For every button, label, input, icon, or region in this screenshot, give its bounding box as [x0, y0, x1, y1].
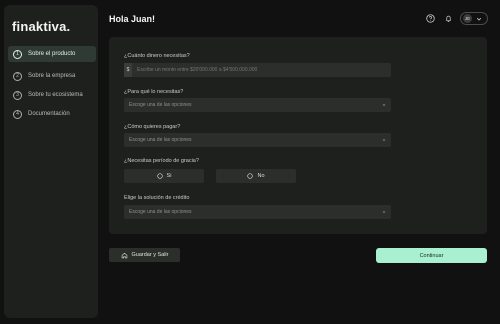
- purpose-select[interactable]: Escoge una de las opciones: [124, 98, 391, 112]
- home-icon: [121, 252, 127, 258]
- grace-no-option[interactable]: No: [216, 169, 296, 183]
- step-number-3: 3: [13, 90, 22, 100]
- payment-placeholder: Escoge una de las opciones: [129, 137, 192, 143]
- caret-down-icon: [382, 104, 386, 106]
- grace-yes-label: Si: [166, 173, 172, 179]
- continue-label: Continuar: [419, 252, 444, 259]
- grace-yes-option[interactable]: Si: [124, 169, 204, 183]
- amount-input[interactable]: [137, 67, 377, 73]
- purpose-placeholder: Escoge una de las opciones: [129, 102, 192, 108]
- page-title: Hola Juan!: [109, 14, 156, 24]
- sidebar-item-label: Sobre tu ecosistema: [28, 92, 83, 98]
- radio-icon: [247, 173, 254, 179]
- amount-label: ¿Cuánto dinero necesitas?: [124, 53, 190, 59]
- grace-label: ¿Necesitas período de gracia?: [124, 158, 199, 164]
- help-circle-icon[interactable]: [426, 14, 435, 23]
- credit-label: Elige la solución de crédito: [124, 195, 190, 201]
- step-number-4: 4: [13, 109, 22, 119]
- payment-select[interactable]: Escoge una de las opciones: [124, 133, 391, 147]
- payment-label: ¿Cómo quieres pagar?: [124, 124, 181, 130]
- sidebar-item-producto[interactable]: 1 Sobre el producto: [8, 46, 96, 62]
- sidebar-item-ecosistema[interactable]: 3 Sobre tu ecosistema: [8, 87, 96, 103]
- brand-logo: finaktiva.: [12, 19, 71, 34]
- bell-icon[interactable]: [444, 14, 453, 23]
- sidebar-item-empresa[interactable]: 2 Sobre la empresa: [8, 68, 96, 84]
- step-number-2: 2: [13, 71, 22, 81]
- save-and-exit-button[interactable]: Guardar y Salir: [109, 248, 180, 262]
- grace-no-label: No: [257, 173, 265, 179]
- currency-prefix: $: [124, 63, 132, 77]
- radio-icon: [156, 173, 163, 179]
- step-number-1: 1: [13, 49, 22, 59]
- sidebar-item-label: Documentación: [28, 111, 70, 117]
- sidebar-item-documentacion[interactable]: 4 Documentación: [8, 106, 96, 122]
- continue-button[interactable]: Continuar: [376, 248, 487, 263]
- purpose-label: ¿Para qué lo necesitas?: [124, 89, 184, 95]
- user-menu[interactable]: JE: [460, 12, 488, 25]
- sidebar-item-label: Sobre el producto: [28, 51, 76, 57]
- caret-down-icon: [382, 139, 386, 141]
- credit-select[interactable]: Escoge una de las opciones: [124, 205, 391, 219]
- caret-down-icon: [382, 211, 386, 213]
- save-label: Guardar y Salir: [131, 252, 169, 258]
- sidebar-item-label: Sobre la empresa: [28, 73, 76, 79]
- avatar: JE: [463, 14, 472, 23]
- chevron-down-icon: [476, 17, 482, 21]
- sidebar: finaktiva. 1 Sobre el producto 2 Sobre l…: [4, 5, 98, 318]
- credit-placeholder: Escoge una de las opciones: [129, 209, 192, 215]
- sidebar-nav: 1 Sobre el producto 2 Sobre la empresa 3…: [8, 46, 96, 125]
- form-card: ¿Cuánto dinero necesitas? $ ¿Para qué lo…: [109, 37, 487, 234]
- amount-field[interactable]: $: [124, 63, 391, 77]
